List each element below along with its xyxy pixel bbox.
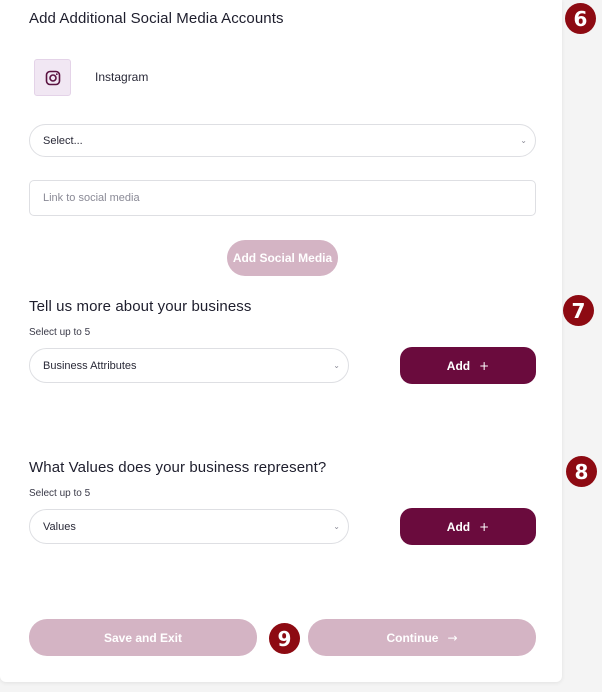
instagram-tile[interactable]: [34, 59, 71, 96]
values-select-value: Values: [43, 520, 76, 533]
add-value-label: Add: [446, 519, 471, 534]
business-attributes-select[interactable]: Business Attributes ⌄: [29, 348, 349, 383]
chevron-down-icon: ⌄: [520, 135, 527, 145]
values-hint: Select up to 5: [29, 488, 91, 499]
plus-icon: +: [479, 358, 490, 373]
add-social-media-button[interactable]: Add Social Media: [227, 240, 338, 276]
plus-icon: +: [479, 519, 490, 534]
continue-button[interactable]: Continue →: [308, 619, 536, 656]
chevron-down-icon: ⌄: [333, 521, 340, 531]
values-select[interactable]: Values ⌄: [29, 509, 349, 544]
social-link-placeholder: Link to social media: [43, 192, 140, 204]
business-hint: Select up to 5: [29, 327, 91, 338]
add-social-media-label: Add Social Media: [232, 251, 333, 265]
add-business-label: Add: [446, 358, 471, 373]
social-platform-select[interactable]: Select... ⌄: [29, 124, 536, 157]
business-heading: Tell us more about your business: [29, 298, 252, 315]
step-marker-7: 7: [563, 295, 594, 326]
social-link-input[interactable]: Link to social media: [29, 180, 536, 216]
instagram-icon: [45, 70, 60, 85]
step-marker-9: 9: [269, 623, 300, 654]
social-heading: Add Additional Social Media Accounts: [29, 10, 284, 27]
social-select-value: Select...: [43, 134, 83, 147]
add-business-attribute-button[interactable]: Add +: [400, 347, 536, 384]
chevron-down-icon: ⌄: [333, 360, 340, 370]
values-heading: What Values does your business represent…: [29, 459, 327, 476]
continue-label: Continue: [386, 630, 439, 645]
save-and-exit-button[interactable]: Save and Exit: [29, 619, 257, 656]
business-select-value: Business Attributes: [43, 359, 137, 372]
form-card: Add Additional Social Media Accounts Ins…: [0, 0, 562, 682]
add-value-button[interactable]: Add +: [400, 508, 536, 545]
step-marker-8: 8: [566, 456, 597, 487]
step-marker-6: 6: [565, 3, 596, 34]
instagram-label: Instagram: [95, 70, 149, 84]
save-and-exit-label: Save and Exit: [103, 630, 183, 645]
arrow-right-icon: →: [447, 630, 458, 645]
